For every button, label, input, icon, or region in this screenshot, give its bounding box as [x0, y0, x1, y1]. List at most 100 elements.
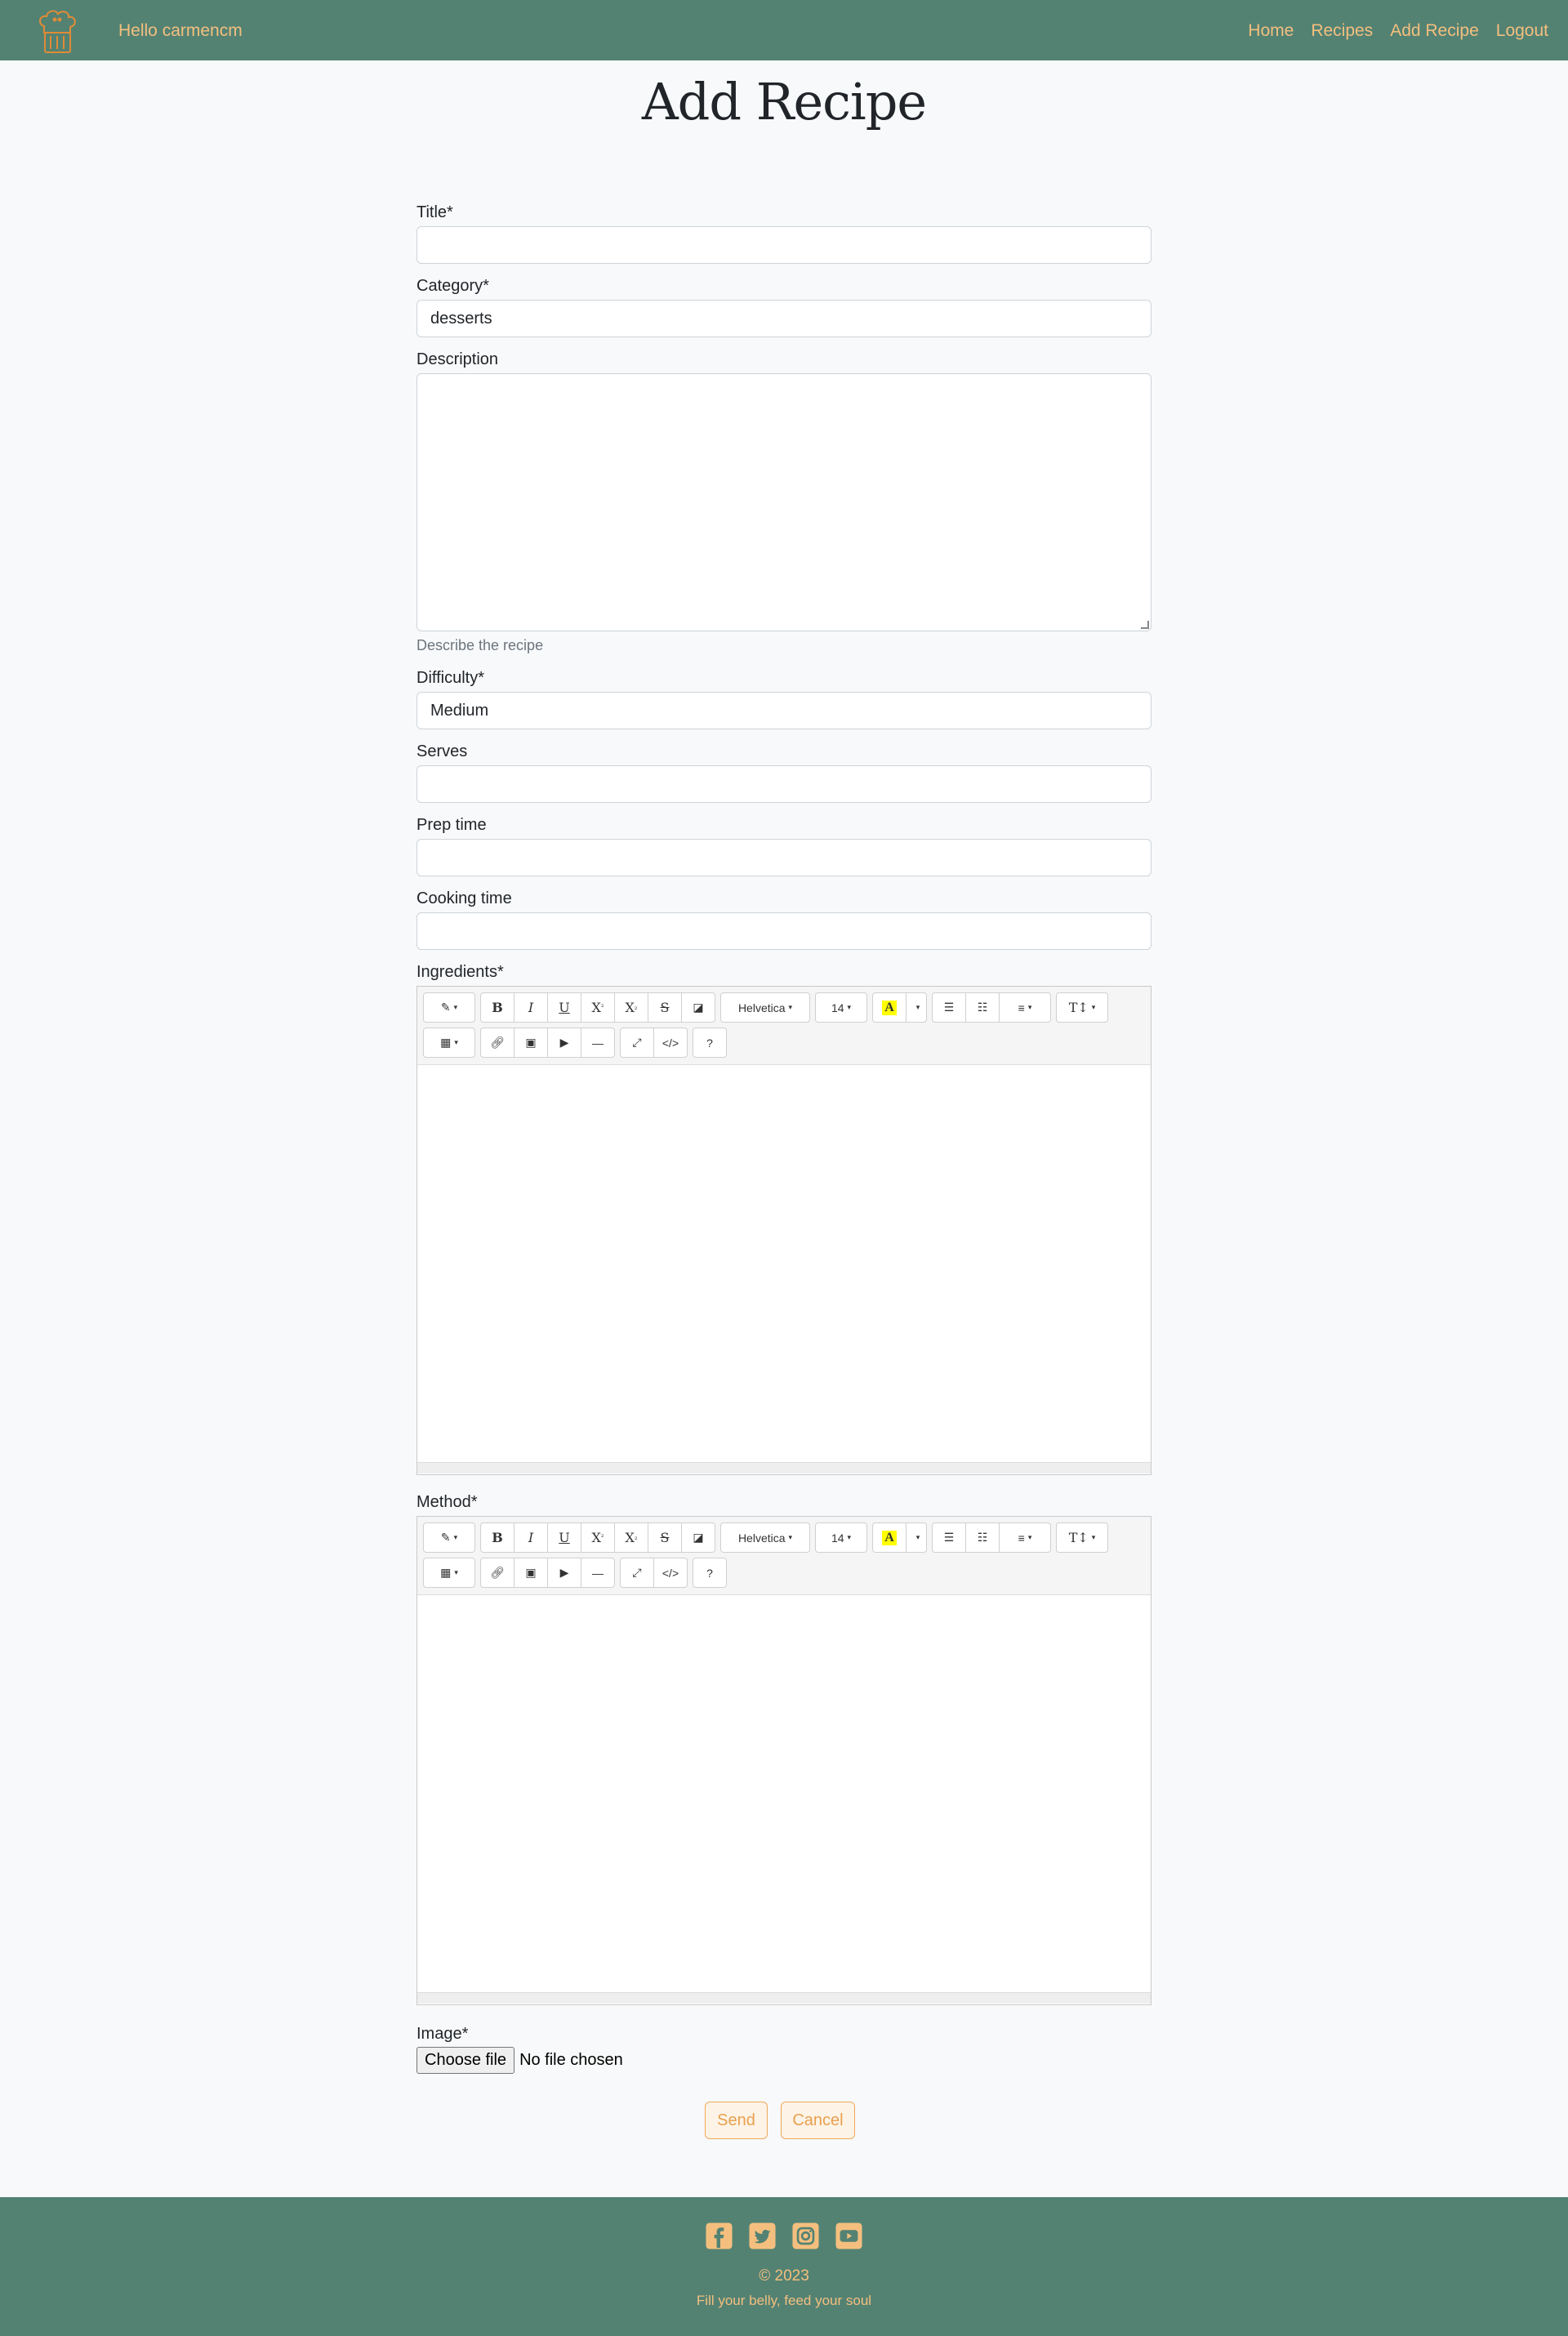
link-icon[interactable]: 🔗︎	[480, 1028, 514, 1058]
serves-label: Serves	[416, 742, 468, 760]
eraser-icon[interactable]: ◪	[681, 1522, 715, 1553]
method-label: Method*	[416, 1493, 478, 1511]
editor-resize-bar[interactable]	[417, 1992, 1151, 2004]
bold-icon[interactable]: B	[480, 1522, 514, 1553]
table-icon[interactable]: ▦ ▾	[423, 1558, 475, 1588]
horizontal-rule-icon[interactable]: —	[581, 1558, 615, 1588]
underline-icon[interactable]: U	[547, 992, 581, 1023]
facebook-icon[interactable]	[705, 2222, 733, 2250]
italic-icon[interactable]: I	[514, 1522, 548, 1553]
text-color-icon[interactable]: A	[872, 992, 906, 1023]
font-size-dropdown[interactable]: 14 ▾	[815, 1522, 867, 1553]
nav-links: Home Recipes Add Recipe Logout	[1248, 21, 1548, 41]
nav-link-home[interactable]: Home	[1248, 21, 1294, 41]
font-family-value: Helvetica	[737, 1531, 786, 1545]
table-icon[interactable]: ▦ ▾	[423, 1028, 475, 1058]
picture-icon[interactable]: ▣	[514, 1028, 548, 1058]
image-file-input: Choose file No file chosen	[416, 2047, 623, 2074]
cooking-time-label: Cooking time	[416, 889, 512, 907]
link-icon[interactable]: 🔗︎	[480, 1558, 514, 1588]
picture-icon[interactable]: ▣	[514, 1558, 548, 1588]
editor-toolbar: ✎ ▾ B I U X² X₂ S ◪ Helvetica ▾ 14 ▾ A ▾ ☰	[417, 987, 1151, 1065]
tagline: Fill your belly, feed your soul	[696, 2293, 872, 2308]
category-input[interactable]: desserts	[416, 300, 1152, 337]
difficulty-select[interactable]: Medium	[416, 692, 1152, 729]
subscript-icon[interactable]: X₂	[614, 1522, 648, 1553]
editor-toolbar: ✎ ▾ B I U X² X₂ S ◪ Helvetica ▾ 14 ▾ A ▾ ☰	[417, 1517, 1151, 1595]
description-label: Description	[416, 350, 499, 368]
resize-handle[interactable]	[1141, 621, 1149, 629]
strikethrough-icon[interactable]: S	[648, 992, 682, 1023]
magic-icon[interactable]: ✎ ▾	[423, 992, 475, 1023]
prep-time-input[interactable]	[416, 839, 1152, 876]
color-dropdown-icon[interactable]: ▾	[906, 992, 927, 1023]
eraser-icon[interactable]: ◪	[681, 992, 715, 1023]
italic-icon[interactable]: I	[514, 992, 548, 1023]
font-family-value: Helvetica	[737, 1001, 786, 1014]
font-family-dropdown[interactable]: Helvetica ▾	[720, 1522, 810, 1553]
description-textarea[interactable]	[416, 373, 1152, 631]
cooking-time-input[interactable]	[416, 912, 1152, 950]
choose-file-button[interactable]: Choose file	[416, 2047, 515, 2074]
twitter-icon[interactable]	[748, 2222, 777, 2250]
font-size-value: 14	[831, 1531, 844, 1545]
font-size-dropdown[interactable]: 14 ▾	[815, 992, 867, 1023]
cancel-button[interactable]: Cancel	[781, 2102, 855, 2139]
nav-link-add-recipe[interactable]: Add Recipe	[1390, 21, 1479, 41]
nav-link-recipes[interactable]: Recipes	[1311, 21, 1373, 41]
align-icon[interactable]: ≡ ▾	[999, 992, 1051, 1023]
difficulty-label: Difficulty*	[416, 669, 484, 687]
video-icon[interactable]: ▶	[547, 1558, 581, 1588]
text-color-icon[interactable]: A	[872, 1522, 906, 1553]
page-title: Add Recipe	[641, 72, 927, 132]
method-edit-area[interactable]	[417, 1595, 1151, 1992]
bold-icon[interactable]: B	[480, 992, 514, 1023]
strikethrough-icon[interactable]: S	[648, 1522, 682, 1553]
line-height-icon[interactable]: T↕ ▾	[1056, 992, 1108, 1023]
category-label: Category*	[416, 277, 489, 295]
nav-link-logout[interactable]: Logout	[1496, 21, 1548, 41]
ingredients-edit-area[interactable]	[417, 1065, 1151, 1462]
instagram-icon[interactable]	[791, 2222, 820, 2250]
subscript-icon[interactable]: X₂	[614, 992, 648, 1023]
copyright: © 2023	[759, 2267, 809, 2285]
unordered-list-icon[interactable]: ☰	[932, 992, 966, 1023]
title-label: Title*	[416, 203, 453, 221]
chef-hat-logo-icon[interactable]	[36, 8, 78, 54]
image-label: Image*	[416, 2025, 469, 2043]
prep-time-label: Prep time	[416, 816, 487, 834]
file-status: No file chosen	[519, 2051, 623, 2069]
navbar: Hello carmencm Home Recipes Add Recipe L…	[0, 0, 1568, 60]
editor-resize-bar[interactable]	[417, 1462, 1151, 1473]
title-input[interactable]	[416, 226, 1152, 264]
font-family-dropdown[interactable]: Helvetica ▾	[720, 992, 810, 1023]
social-links	[0, 2222, 1568, 2250]
ingredients-editor: ✎ ▾ B I U X² X₂ S ◪ Helvetica ▾ 14 ▾ A ▾ ☰	[416, 986, 1152, 1475]
description-help: Describe the recipe	[416, 637, 544, 653]
fullscreen-icon[interactable]: ⤢	[620, 1558, 654, 1588]
serves-input[interactable]	[416, 765, 1152, 803]
fullscreen-icon[interactable]: ⤢	[620, 1028, 654, 1058]
footer: © 2023 Fill your belly, feed your soul	[0, 2197, 1568, 2336]
magic-icon[interactable]: ✎ ▾	[423, 1522, 475, 1553]
superscript-icon[interactable]: X²	[581, 1522, 615, 1553]
font-size-value: 14	[831, 1001, 844, 1014]
superscript-icon[interactable]: X²	[581, 992, 615, 1023]
color-dropdown-icon[interactable]: ▾	[906, 1522, 927, 1553]
video-icon[interactable]: ▶	[547, 1028, 581, 1058]
ordered-list-icon[interactable]: ☷	[965, 992, 1000, 1023]
horizontal-rule-icon[interactable]: —	[581, 1028, 615, 1058]
align-icon[interactable]: ≡ ▾	[999, 1522, 1051, 1553]
youtube-icon[interactable]	[835, 2222, 863, 2250]
unordered-list-icon[interactable]: ☰	[932, 1522, 966, 1553]
help-icon[interactable]: ?	[693, 1028, 727, 1058]
line-height-icon[interactable]: T↕ ▾	[1056, 1522, 1108, 1553]
ordered-list-icon[interactable]: ☷	[965, 1522, 1000, 1553]
code-view-icon[interactable]: </>	[653, 1558, 688, 1588]
method-editor: ✎ ▾ B I U X² X₂ S ◪ Helvetica ▾ 14 ▾ A ▾ ☰	[416, 1516, 1152, 2005]
underline-icon[interactable]: U	[547, 1522, 581, 1553]
help-icon[interactable]: ?	[693, 1558, 727, 1588]
send-button[interactable]: Send	[705, 2102, 768, 2139]
code-view-icon[interactable]: </>	[653, 1028, 688, 1058]
ingredients-label: Ingredients*	[416, 963, 504, 981]
